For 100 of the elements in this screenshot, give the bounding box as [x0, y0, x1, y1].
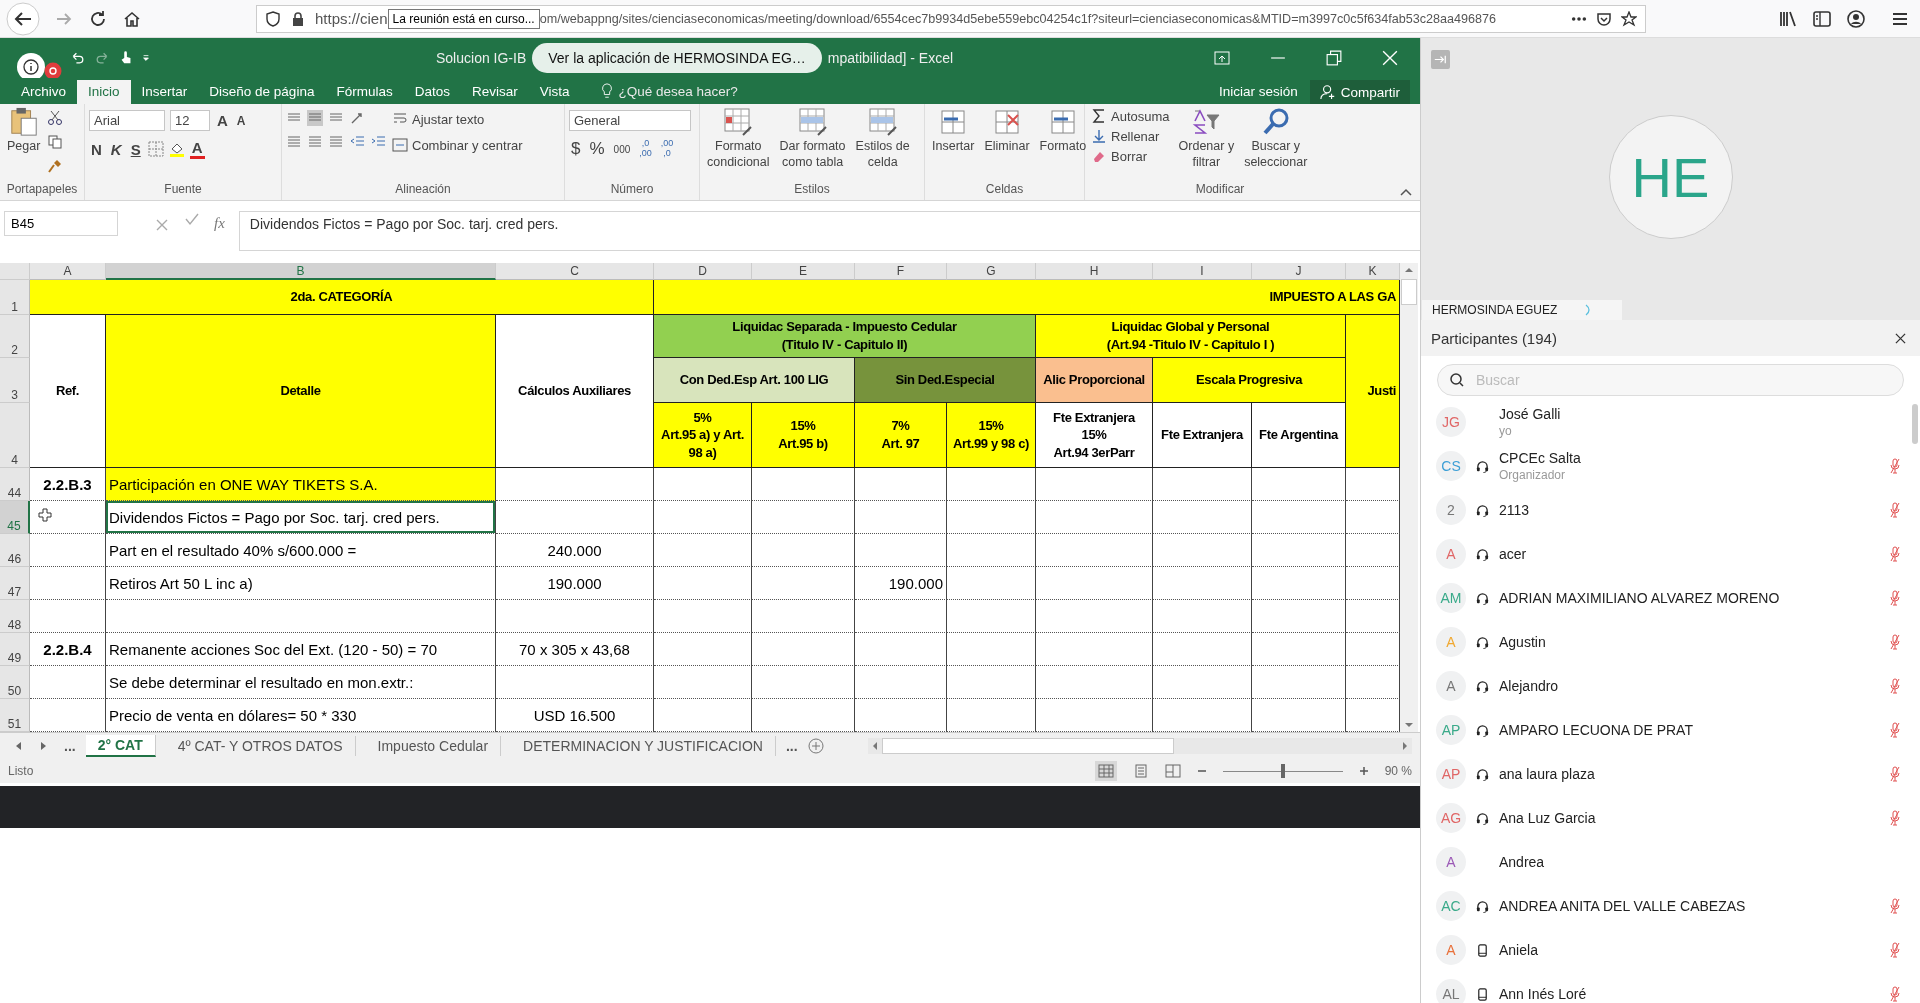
more-sheets-button[interactable]: ... — [785, 738, 798, 754]
table-cell[interactable]: 190.000 — [855, 567, 947, 600]
row-header[interactable]: 47 — [0, 567, 30, 600]
table-cell[interactable]: Alic Proporcional — [1036, 358, 1153, 403]
insert-function-button[interactable]: fx — [214, 215, 225, 232]
table-cell[interactable]: Liquidac Global y Personal (Art.94 -Titulo IV - Capitulo I ) — [1036, 315, 1346, 358]
row-header[interactable]: 49 — [0, 633, 30, 666]
font-color-button[interactable]: A — [189, 139, 205, 159]
table-cell[interactable]: Ref. — [30, 315, 106, 468]
formula-field[interactable]: Dividendos Fictos = Pago por Soc. tarj. cred pers. — [238, 211, 1420, 251]
decimal-button[interactable]: ,0 ,00 — [637, 139, 654, 159]
ribbon-tab[interactable]: Diseño de página — [198, 80, 326, 104]
row-header[interactable]: 51 — [0, 699, 30, 732]
table-cell[interactable]: Detalle — [106, 315, 496, 468]
table-cell[interactable]: Retiros Art 50 L inc a) — [106, 567, 496, 600]
zoom-level[interactable]: 90 % — [1384, 764, 1412, 778]
table-cell[interactable]: Cálculos Auxiliares — [496, 315, 654, 468]
decimal-button[interactable]: ,00 ,0 — [658, 139, 676, 159]
editing-button[interactable]: Rellenar — [1089, 127, 1172, 145]
table-cell[interactable]: 70 x 305 x 43,68 — [496, 633, 654, 666]
column-header[interactable]: A — [30, 263, 106, 280]
ribbon-tab[interactable]: Revisar — [460, 80, 529, 104]
editing-button[interactable]: Borrar — [1089, 147, 1172, 165]
sheet-tab[interactable]: 4º CAT- Y OTROS DATOS — [165, 736, 356, 756]
thousands-button[interactable]: 000 — [611, 143, 633, 155]
table-cell[interactable]: 190.000 — [496, 567, 654, 600]
font-style-button[interactable]: K — [108, 140, 124, 158]
table-cell[interactable]: Escala Progresiva — [1153, 358, 1346, 403]
table-cell[interactable]: 15% Art.99 y 98 c) — [947, 403, 1036, 468]
ribbon-tab[interactable]: Vista — [528, 80, 581, 104]
merge-center-button[interactable]: Combinar y centrar — [390, 136, 525, 154]
table-cell[interactable]: 7% Art. 97 — [855, 403, 947, 468]
ribbon-tab[interactable]: Insertar — [130, 80, 199, 104]
column-header[interactable]: H — [1036, 263, 1153, 280]
cells-button[interactable]: Insertar — [929, 107, 978, 182]
table-cell[interactable]: 5% Art.95 a) y Art. 98 a) — [654, 403, 752, 468]
editing-button[interactable]: Autosuma — [1089, 107, 1172, 125]
column-header[interactable]: C — [496, 263, 654, 280]
table-cell[interactable]: Fte Extranjera 15% Art.94 3erParr — [1036, 403, 1153, 468]
table-cell[interactable]: Sin Ded.Especial — [855, 358, 1036, 403]
share-button[interactable]: Compartir — [1309, 80, 1410, 104]
column-header[interactable]: F — [855, 263, 947, 280]
styles-button[interactable]: Formato condicional — [704, 107, 773, 182]
styles-button[interactable]: Estilos de celda — [852, 107, 913, 182]
table-cell[interactable]: Participación en ONE WAY TIKETS S.A. — [106, 468, 496, 501]
row-header[interactable]: 3 — [0, 358, 30, 403]
table-cell[interactable]: Con Ded.Esp Art. 100 LIG — [654, 358, 855, 403]
ribbon-tab[interactable]: Inicio — [77, 80, 131, 104]
table-cell[interactable]: Remanente acciones Soc del Ext. (120 - 50) = 70 — [106, 633, 496, 666]
table-cell[interactable]: Se debe determinar el resultado en mon.extr.: — [106, 666, 496, 699]
font-family-dropdown[interactable]: Arial — [89, 110, 165, 131]
number-format-dropdown[interactable]: General — [569, 110, 691, 131]
table-cell[interactable]: 2da. CATEGORÍA — [30, 280, 654, 315]
editing-button[interactable]: Buscar y seleccionar — [1241, 107, 1311, 182]
editing-button[interactable]: Ordenar y filtrar — [1175, 107, 1238, 182]
row-header[interactable]: 50 — [0, 666, 30, 699]
column-header[interactable]: D — [654, 263, 752, 280]
currency-button[interactable]: $ — [569, 139, 583, 159]
row-header[interactable]: 45 — [0, 501, 30, 534]
row-header[interactable]: 46 — [0, 534, 30, 567]
styles-button[interactable]: Dar formato como tabla — [776, 107, 849, 182]
wrap-text-button[interactable]: Ajustar texto — [390, 110, 525, 128]
search-field[interactable]: Buscar — [1437, 364, 1904, 396]
notification-toast[interactable]: Ver la aplicación de HERMOSINDA EG… — [532, 43, 822, 73]
more-sheets-button[interactable]: ... — [64, 738, 76, 754]
row-header[interactable]: 4 — [0, 403, 30, 468]
table-cell[interactable]: 2.2.B.3 — [30, 468, 106, 501]
table-cell[interactable]: IMPUESTO A LAS GA — [654, 280, 1400, 315]
table-cell[interactable]: USD 16.500 — [496, 699, 654, 732]
column-header[interactable]: I — [1153, 263, 1252, 280]
sheet-tab[interactable]: Impuesto Cedular — [365, 736, 502, 756]
font-style-button[interactable]: N — [89, 140, 104, 158]
cells-button[interactable]: Formato — [1036, 107, 1090, 182]
percent-button[interactable]: % — [587, 139, 607, 159]
table-cell[interactable]: Justi — [1346, 315, 1400, 468]
table-cell[interactable]: Precio de venta en dólares= 50 * 330 — [106, 699, 496, 732]
address-bar[interactable]: https://cien La reunión está en curso... om/webappng/sites/cienciaseconomicas/meeting/download/6554cec7b9934d5ebe559ebc04254c1f?siteurl=cienciaseconomicas&MTID=m3997c0c5f634fab53c28aa496876 — [256, 4, 1646, 33]
font-size-dropdown[interactable]: 12 — [170, 110, 210, 131]
table-cell[interactable]: Fte Extranjera — [1153, 403, 1252, 468]
sign-in-link[interactable]: Iniciar sesión — [1218, 84, 1298, 104]
ribbon-tab[interactable]: Fórmulas — [325, 80, 404, 104]
column-header[interactable]: G — [947, 263, 1036, 280]
table-cell[interactable]: 15% Art.95 b) — [752, 403, 855, 468]
font-style-button[interactable]: S — [128, 140, 143, 158]
row-header[interactable]: 2 — [0, 315, 30, 358]
cells-button[interactable]: Eliminar — [981, 107, 1033, 182]
column-header[interactable]: B — [106, 263, 496, 280]
ribbon-tab[interactable]: Datos — [403, 80, 461, 104]
table-cell[interactable]: 2.2.B.4 — [30, 633, 106, 666]
table-cell[interactable]: Fte Argentina — [1252, 403, 1346, 468]
table-cell[interactable]: Liquidac Separada - Impuesto Cedular (Titulo IV - Capitulo II) — [654, 315, 1036, 358]
shrink-font-button[interactable]: A — [234, 113, 248, 128]
row-header[interactable]: 44 — [0, 468, 30, 501]
row-header[interactable]: 1 — [0, 280, 30, 315]
table-cell[interactable]: Part en el resultado 40% s/600.000 = — [106, 534, 496, 567]
ribbon-tab[interactable]: Archivo — [10, 80, 77, 104]
paste-button[interactable]: Pegar — [4, 107, 44, 182]
sheet-tab[interactable]: 2° CAT — [85, 735, 156, 757]
table-cell[interactable]: Dividendos Fictos = Pago por Soc. tarj. cred pers. — [106, 501, 496, 534]
grow-font-button[interactable]: A — [215, 112, 230, 129]
